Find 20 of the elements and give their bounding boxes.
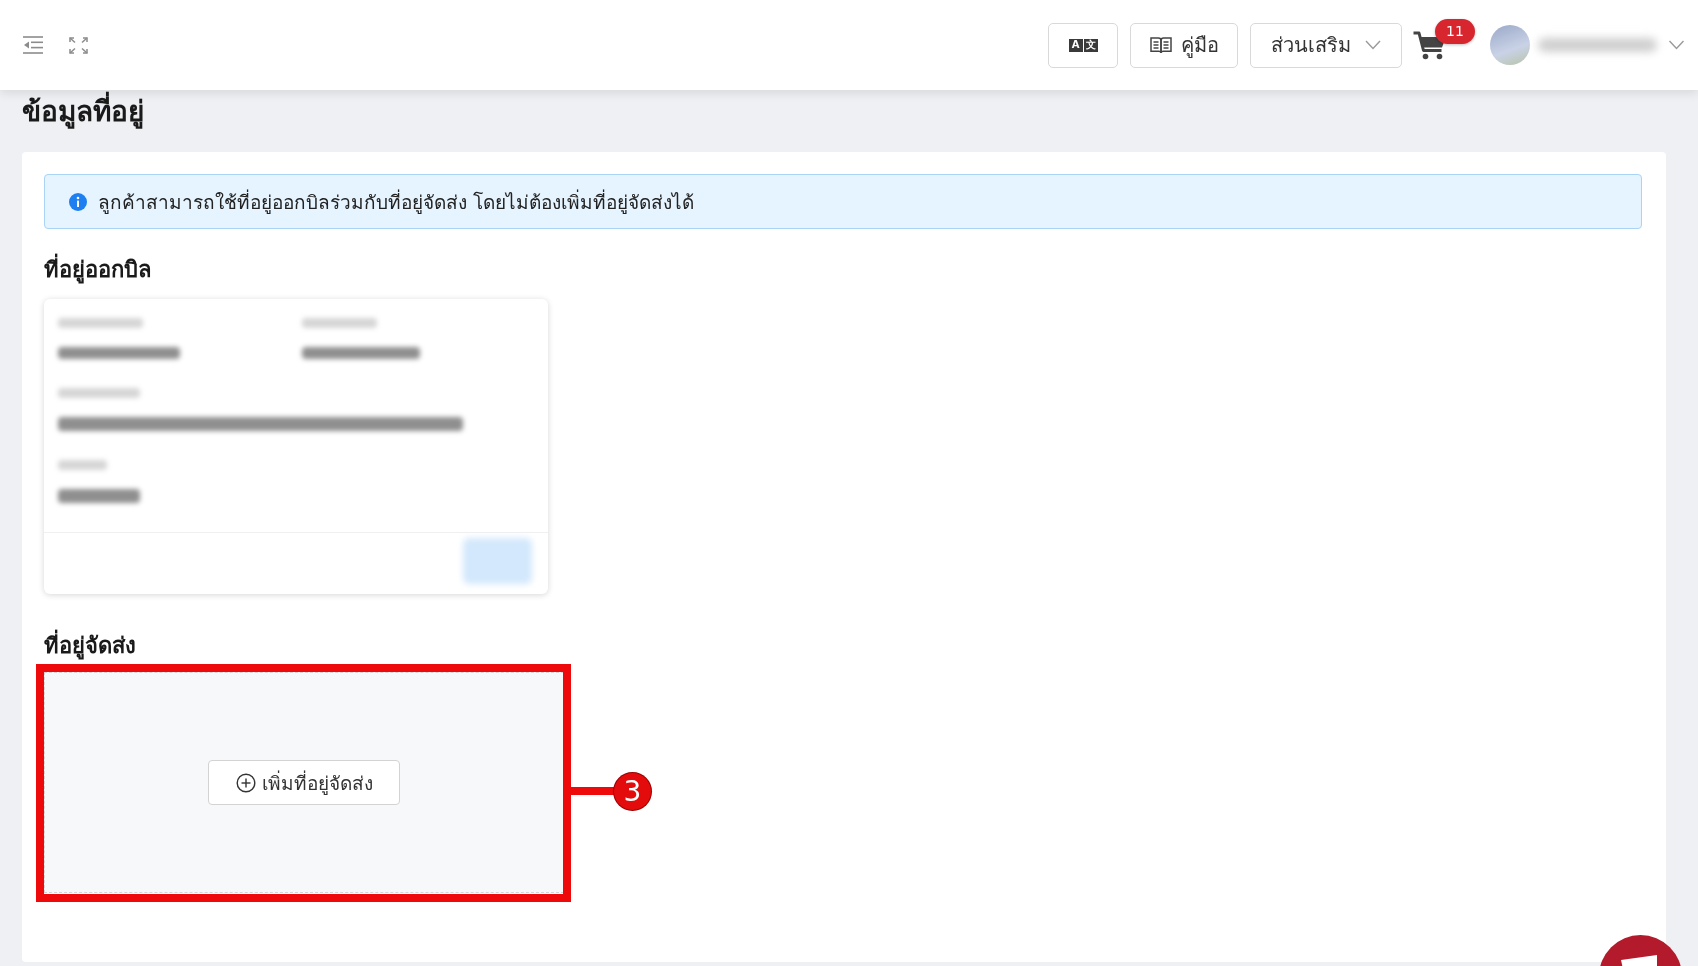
section-heading: ที่อยู่ออกบิล xyxy=(44,253,1642,287)
addons-dropdown[interactable]: ส่วนเสริม xyxy=(1250,22,1402,68)
page-title: ข้อมูลที่อยู่ xyxy=(22,92,1666,132)
cart-badge: 11 xyxy=(1435,18,1475,44)
add-shipping-address-button[interactable]: เพิ่มที่อยู่จัดส่ง xyxy=(208,760,400,805)
plus-circle-icon xyxy=(235,772,256,793)
user-avatar[interactable] xyxy=(1490,25,1530,65)
translate-button[interactable]: A 文 xyxy=(1048,22,1118,68)
card-icon xyxy=(1620,955,1658,966)
chevron-down-icon[interactable] xyxy=(1668,40,1685,50)
chevron-down-icon xyxy=(1365,40,1381,50)
blurred-text xyxy=(58,460,107,470)
info-message: ลูกค้าสามารถใช้ที่อยู่ออกบิลร่วมกับที่อยู่จัดส่ง โดยไม่ต้องเพิ่มที่อยู่จัดส่งได้ xyxy=(98,188,695,216)
info-icon xyxy=(69,192,87,211)
expand-icon[interactable] xyxy=(69,36,88,54)
section-heading: ที่อยู่จัดส่ง xyxy=(44,629,1642,663)
manual-button[interactable]: คู่มือ xyxy=(1130,22,1238,68)
step-number-badge: 3 xyxy=(614,773,651,810)
book-icon xyxy=(1149,36,1172,54)
menu-fold-icon[interactable] xyxy=(23,36,43,54)
